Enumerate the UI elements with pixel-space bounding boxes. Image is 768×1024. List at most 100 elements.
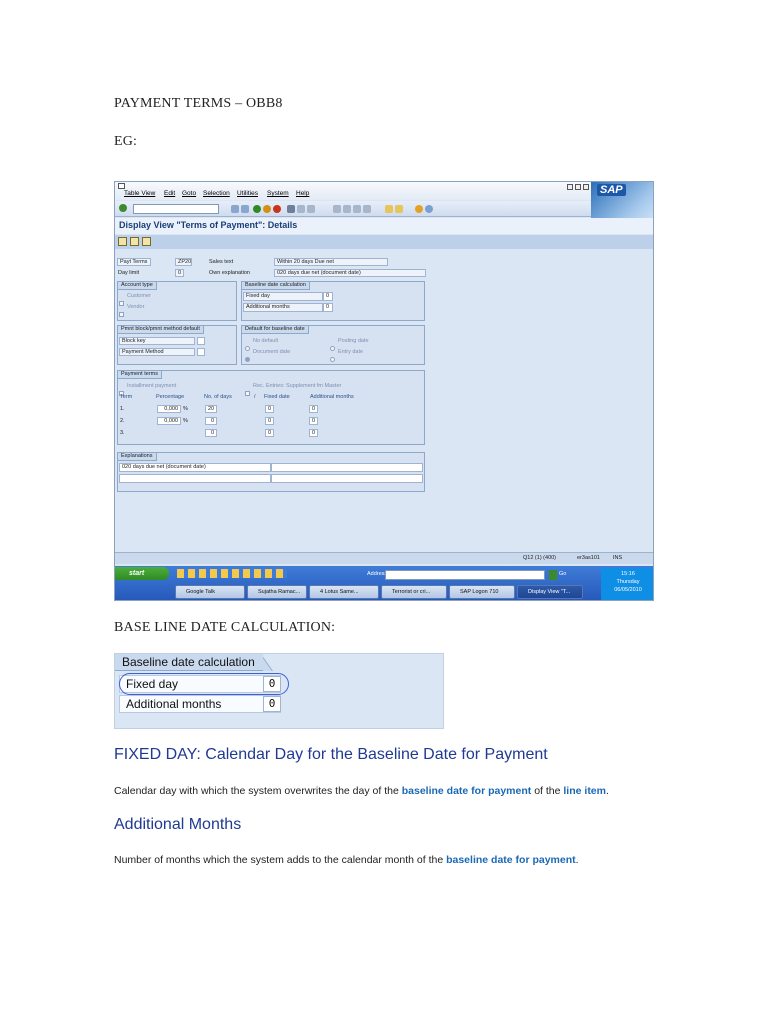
menu-edit[interactable]: Edit [164, 190, 175, 197]
next-page-icon[interactable] [353, 205, 361, 213]
term-row-2-fixed-date[interactable]: 0 [265, 417, 274, 425]
back-icon[interactable] [253, 205, 261, 213]
term-row-3-label: 3. [120, 430, 125, 436]
additional-text-1: Number of months which the system adds t… [114, 854, 447, 866]
screen-title: Display View "Terms of Payment": Details [119, 220, 298, 230]
additional-text-2: . [575, 854, 579, 866]
col-fixed-date: Fixed date [264, 394, 290, 400]
vendor-checkbox[interactable] [119, 304, 124, 322]
explanation-line-2 [119, 474, 271, 483]
term-row-1-percentage[interactable]: 0,000 [157, 405, 181, 413]
minimize-icon[interactable] [567, 184, 573, 190]
zoom-additional-months-value[interactable]: 0 [263, 696, 281, 712]
fixed-day-text-1: Calendar day with which the system overw… [114, 785, 402, 797]
baseline-date-link-1[interactable]: baseline date for payment [402, 785, 532, 797]
entry-date-label: Entry date [338, 349, 364, 355]
first-page-icon[interactable] [333, 205, 341, 213]
document-date-label: Document date [253, 349, 291, 355]
layout-icon[interactable] [425, 205, 433, 213]
pmnt-block-title: Pmnt block/pmnt method default [117, 325, 204, 334]
close-icon[interactable] [583, 184, 589, 190]
sap-logo: SAP [591, 182, 653, 220]
task-google-talk[interactable]: Google Talk [175, 585, 245, 599]
exit-icon[interactable] [263, 205, 271, 213]
term-row-1-label: 1. [120, 406, 125, 412]
go-icon[interactable] [549, 570, 557, 580]
print-icon[interactable] [287, 205, 295, 213]
term-row-2-label: 2. [120, 418, 125, 424]
menu-goto[interactable]: Goto [182, 190, 196, 197]
menu-system[interactable]: System [267, 190, 289, 197]
save-icon[interactable] [241, 205, 249, 213]
posting-date-label: Posting date [338, 338, 369, 344]
explanation-line-1b [271, 463, 423, 472]
menu-help[interactable]: Help [296, 190, 309, 197]
term-row-3-fixed-date[interactable]: 0 [265, 429, 274, 437]
term-row-3-days[interactable]: 0 [205, 429, 217, 437]
term-row-2-percentage[interactable]: 0,000 [157, 417, 181, 425]
task-sujatha[interactable]: Sujatha Ramac... [247, 585, 307, 599]
explanations-title: Explanations [117, 452, 157, 461]
menu-utilities[interactable]: Utilities [237, 190, 258, 197]
zoom-additional-months-label: Additional months [126, 697, 222, 711]
term-row-2-unit: % [183, 418, 188, 424]
next-entry-icon[interactable] [142, 237, 151, 246]
quick-launch-icons[interactable] [177, 569, 287, 578]
payt-terms-field[interactable]: ZP20 [175, 258, 192, 266]
find-icon[interactable] [297, 205, 305, 213]
menu-table-view[interactable]: Table View [124, 190, 155, 197]
enter-icon[interactable] [119, 204, 127, 212]
task-sap-logon[interactable]: SAP Logon 710 [449, 585, 515, 599]
maximize-icon[interactable] [575, 184, 581, 190]
help-icon[interactable] [415, 205, 423, 213]
line-item-link[interactable]: line item [563, 785, 606, 797]
col-no-of-days: No. of days [204, 394, 232, 400]
zoom-title: Baseline date calculation [115, 654, 263, 671]
highlight-oval [119, 673, 289, 695]
term-row-3-additional-months[interactable]: 0 [309, 429, 318, 437]
additional-months-field[interactable]: 0 [323, 303, 333, 312]
display-change-icon[interactable] [118, 237, 127, 246]
zoom-additional-months-row: Additional months [119, 695, 281, 713]
block-key-label: Block key [119, 337, 195, 345]
task-lotus[interactable]: 4 Lotus Same... [309, 585, 379, 599]
term-row-2-additional-months[interactable]: 0 [309, 417, 318, 425]
term-row-1-additional-months[interactable]: 0 [309, 405, 318, 413]
term-row-1-days[interactable]: 20 [205, 405, 217, 413]
shortcut-icon[interactable] [395, 205, 403, 213]
start-button[interactable]: start [115, 567, 169, 580]
block-key-field[interactable] [197, 337, 205, 345]
sales-text-field[interactable]: Within 20 days Due net [274, 258, 388, 266]
rec-entries-checkbox[interactable] [245, 383, 250, 401]
fixed-day-field[interactable]: 0 [323, 292, 333, 301]
day-limit-field[interactable]: 0 [175, 269, 184, 277]
additional-months-label: Additional months [243, 303, 323, 312]
payt-terms-label: Payt Terms [117, 258, 151, 266]
col-additional-months: Additional months [310, 394, 354, 400]
last-page-icon[interactable] [363, 205, 371, 213]
address-input[interactable] [385, 570, 545, 580]
entry-date-radio[interactable] [330, 349, 335, 367]
term-row-2-days[interactable]: 0 [205, 417, 217, 425]
task-display-view[interactable]: Display View "T... [517, 585, 583, 599]
fixed-day-text-3: . [606, 785, 609, 797]
status-bar [115, 552, 653, 564]
new-session-icon[interactable] [385, 205, 393, 213]
back-nav-icon[interactable] [231, 205, 239, 213]
previous-page-icon[interactable] [343, 205, 351, 213]
baseline-calc-title: Baseline date calculation [241, 281, 310, 290]
own-explanation-field[interactable]: 020 days due net (document date) [274, 269, 426, 277]
baseline-date-link-2[interactable]: baseline date for payment [446, 854, 576, 866]
cancel-icon[interactable] [273, 205, 281, 213]
sap-menu-icon[interactable] [118, 183, 125, 189]
document-date-radio[interactable] [245, 349, 250, 367]
payment-method-field[interactable] [197, 348, 205, 356]
go-label[interactable]: Go [559, 571, 566, 577]
previous-entry-icon[interactable] [130, 237, 139, 246]
command-field[interactable] [133, 204, 219, 214]
task-terrorist[interactable]: Terrorist or cri... [381, 585, 447, 599]
menu-selection[interactable]: Selection [203, 190, 230, 197]
find-next-icon[interactable] [307, 205, 315, 213]
term-row-1-fixed-date[interactable]: 0 [265, 405, 274, 413]
col-percentage: Percentage [156, 394, 185, 400]
